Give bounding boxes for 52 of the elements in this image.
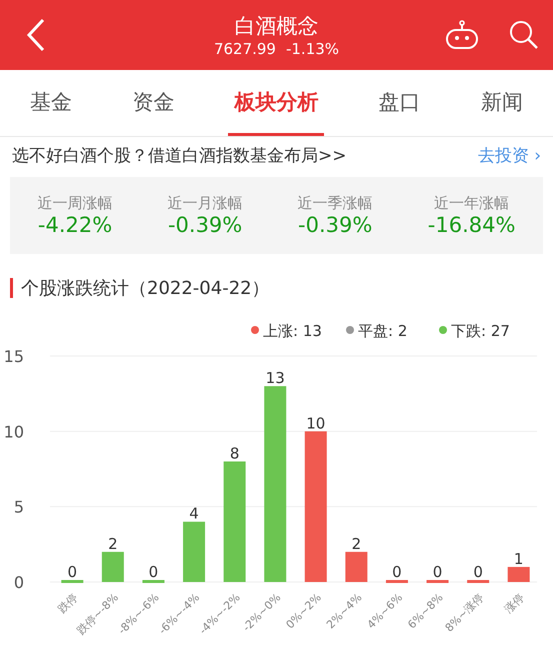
y-tick-label: 15 <box>4 347 24 366</box>
y-tick-label: 0 <box>14 573 24 592</box>
legend-label: 平盘: 2 <box>358 322 408 340</box>
section-marker <box>10 278 13 298</box>
section-title: 个股涨跌统计（2022-04-22） <box>21 277 270 300</box>
bar-value-label: 2 <box>352 534 362 553</box>
bar <box>467 580 490 583</box>
bar-value-label: 0 <box>473 563 483 581</box>
bar-value-label: 10 <box>306 414 326 432</box>
bar <box>508 566 530 582</box>
x-category-label: 涨停 <box>502 590 527 616</box>
bar-value-label: 13 <box>266 369 285 388</box>
bar-value-label: 4 <box>189 504 199 523</box>
stat-label: 近一季涨幅 <box>298 194 373 213</box>
legend-label: 上涨: 13 <box>263 322 322 340</box>
tab[interactable]: 板块分析 <box>228 70 324 136</box>
search-icon[interactable] <box>509 20 539 50</box>
y-tick-label: 10 <box>4 422 24 442</box>
tab[interactable]: 基金 <box>24 70 78 136</box>
bar-value-label: 8 <box>230 444 240 462</box>
bar <box>142 580 164 583</box>
back-icon[interactable] <box>26 18 46 52</box>
index-change: -1.13% <box>286 40 340 58</box>
bar-value-label: 2 <box>108 534 118 553</box>
page-title: 白酒概念 <box>234 13 318 40</box>
promo-text: 选不好白酒个股？借道白酒指数基金布局>> <box>12 144 346 166</box>
stat-value: -4.22% <box>38 213 112 237</box>
tab[interactable]: 盘口 <box>372 70 427 136</box>
bar <box>426 580 449 583</box>
bar-value-label: 0 <box>432 563 442 581</box>
robot-icon[interactable] <box>445 20 479 50</box>
index-price: 7627.99 <box>214 40 276 58</box>
x-category-label: 跌停 <box>56 590 80 616</box>
bar <box>345 552 368 582</box>
y-tick-label: 5 <box>14 498 24 517</box>
stat-label: 近一周涨幅 <box>38 194 113 213</box>
bar-value-label: 0 <box>148 563 158 581</box>
bar-value-label: 0 <box>392 563 402 581</box>
stat-value: -16.84% <box>428 213 516 237</box>
bar <box>102 552 124 582</box>
tab[interactable]: 新闻 <box>474 70 529 136</box>
bar <box>386 580 408 583</box>
bar-value-label: 1 <box>514 550 524 568</box>
bar-value-label: 0 <box>68 563 78 581</box>
stat-label: 近一月涨幅 <box>168 194 243 213</box>
bar <box>183 522 206 582</box>
legend-label: 下跌: 27 <box>451 322 510 340</box>
stat-value: -0.39% <box>168 213 242 237</box>
stat-value: -0.39% <box>298 213 372 237</box>
bar <box>61 580 84 583</box>
tab[interactable]: 资金 <box>126 70 180 136</box>
stat-label: 近一年涨幅 <box>434 194 510 213</box>
